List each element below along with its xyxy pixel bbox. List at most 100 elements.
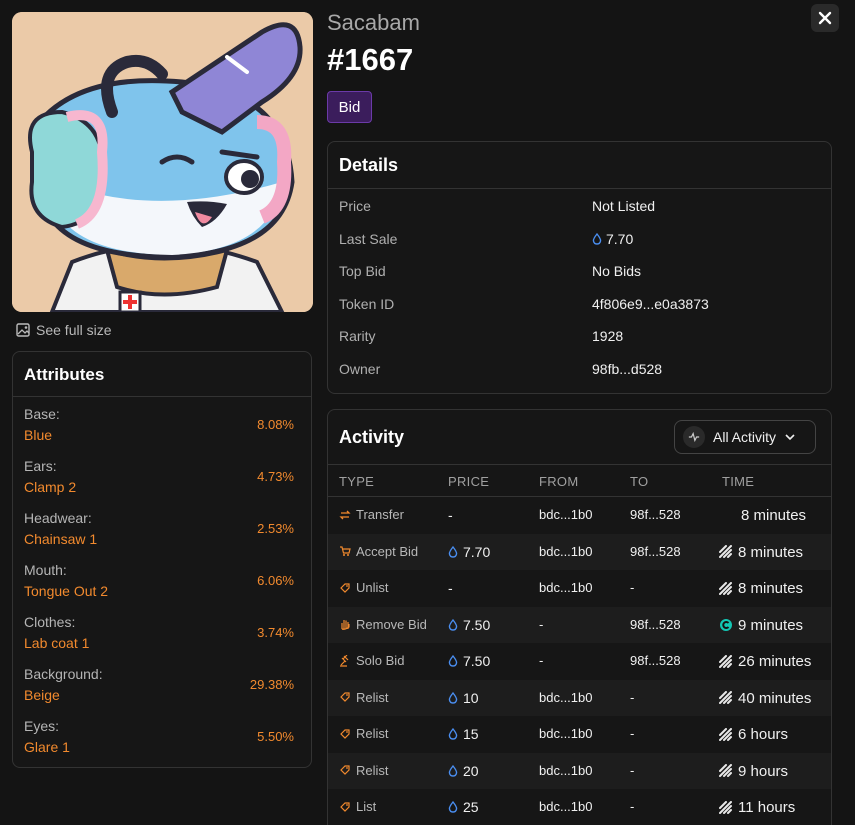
activity-from[interactable]: - <box>539 653 543 668</box>
attribute-rarity: 2.53% <box>257 521 294 536</box>
detail-row: Top Bid No Bids <box>328 254 831 287</box>
details-panel: Details Price Not Listed Last Sale 7.70 Top … <box>327 141 832 394</box>
activity-panel: Activity All Activity TYPE PRICE FROM TO… <box>327 409 832 825</box>
eth-drop-icon <box>448 545 458 558</box>
see-full-size-label: See full size <box>36 322 112 338</box>
detail-value-text: 98fb...d528 <box>592 360 663 377</box>
attribute-rarity: 3.74% <box>257 625 294 640</box>
col-to: TO <box>630 474 649 489</box>
activity-time: 40 minutes <box>719 690 811 707</box>
activity-row[interactable]: List 25 bdc...1b0 - 11 hours <box>328 789 831 825</box>
nft-image[interactable] <box>12 12 313 312</box>
marketplace-icon <box>719 545 732 558</box>
detail-value: 7.70 <box>592 231 633 247</box>
marketplace-icon <box>719 691 732 704</box>
activity-row[interactable]: Accept Bid 7.70 bdc...1b0 98f...528 8 minute… <box>328 533 831 570</box>
activity-row[interactable]: Relist 15 bdc...1b0 - 6 hours <box>328 716 831 753</box>
activity-from[interactable]: bdc...1b0 <box>539 763 593 778</box>
activity-price: 7.70 <box>448 544 490 560</box>
activity-from[interactable]: bdc...1b0 <box>539 799 593 814</box>
activity-table-body: Transfer - bdc...1b0 98f...528 8 minutes Acce… <box>328 497 831 825</box>
activity-row[interactable]: Solo Bid 7.50 - 98f...528 26 minutes <box>328 643 831 680</box>
activity-row[interactable]: Unlist - bdc...1b0 - 8 minutes <box>328 570 831 607</box>
see-full-size-link[interactable]: See full size <box>16 322 111 338</box>
activity-to[interactable]: - <box>630 690 634 705</box>
attribute-key: Eyes: <box>24 718 60 734</box>
gavel-icon <box>340 654 349 667</box>
detail-key: Last Sale <box>339 230 398 247</box>
attributes-list: Base: Blue 8.08% Ears: Clamp 2 4.73% Headwear:… <box>13 397 311 761</box>
activity-to[interactable]: 98f...528 <box>630 507 681 522</box>
activity-row[interactable]: Relist 10 bdc...1b0 - 40 minutes <box>328 679 831 716</box>
detail-value-text: 4f806e9...e0a3873 <box>592 295 709 312</box>
detail-row: Price Not Listed <box>328 189 831 222</box>
activity-to[interactable]: 98f...528 <box>630 544 681 559</box>
eth-drop-icon <box>448 618 458 631</box>
marketplace-icon <box>719 727 732 741</box>
activity-type: Accept Bid <box>339 544 418 559</box>
activity-to[interactable]: - <box>630 763 634 778</box>
eth-drop-icon <box>448 691 458 704</box>
activity-type-label: Relist <box>356 726 389 741</box>
activity-row[interactable]: Relist 20 bdc...1b0 - 9 hours <box>328 752 831 789</box>
activity-type: Relist <box>339 726 389 741</box>
activity-time-label: 6 hours <box>738 726 789 743</box>
activity-price-value: - <box>448 507 453 523</box>
activity-type-label: Transfer <box>356 507 404 522</box>
tag-icon <box>340 765 350 775</box>
sacabam-artwork <box>12 12 313 312</box>
attribute-row: Headwear: Chainsaw 1 2.53% <box>13 501 311 553</box>
activity-type: Relist <box>339 690 389 705</box>
attribute-value[interactable]: Tongue Out 2 <box>24 583 108 599</box>
activity-price: 20 <box>448 763 479 779</box>
activity-from[interactable]: bdc...1b0 <box>539 544 593 559</box>
activity-filter-dropdown[interactable]: All Activity <box>674 420 816 454</box>
activity-from[interactable]: bdc...1b0 <box>539 726 593 741</box>
activity-row[interactable]: Remove Bid 7.50 - 98f...528 9 minutes <box>328 606 831 643</box>
attribute-row: Ears: Clamp 2 4.73% <box>13 449 311 501</box>
detail-value-text: Not Listed <box>592 198 656 214</box>
bid-button[interactable]: Bid <box>327 91 372 123</box>
activity-time-label: 40 minutes <box>738 689 812 707</box>
c-logo-icon <box>720 619 732 631</box>
activity-to[interactable]: - <box>630 580 634 595</box>
transfer-icon <box>339 510 351 519</box>
activity-to[interactable]: - <box>630 799 634 814</box>
activity-to[interactable]: - <box>630 726 634 741</box>
attribute-value[interactable]: Lab coat 1 <box>24 635 89 651</box>
activity-from[interactable]: bdc...1b0 <box>539 507 593 522</box>
detail-key: Rarity <box>339 328 376 344</box>
activity-to[interactable]: 98f...528 <box>630 617 681 632</box>
activity-title: Activity <box>339 427 405 447</box>
activity-to[interactable]: 98f...528 <box>630 653 681 668</box>
attribute-value[interactable]: Clamp 2 <box>24 479 76 495</box>
col-time: TIME <box>722 474 755 489</box>
attribute-key: Ears: <box>24 458 57 474</box>
attribute-row: Eyes: Glare 1 5.50% <box>13 709 311 761</box>
activity-price-value: 20 <box>463 762 479 779</box>
attribute-value[interactable]: Beige <box>24 687 60 703</box>
activity-from[interactable]: bdc...1b0 <box>539 690 593 705</box>
attribute-rarity: 8.08% <box>257 417 294 432</box>
activity-from[interactable]: - <box>539 617 543 632</box>
close-button[interactable] <box>811 4 839 32</box>
activity-type-label: Solo Bid <box>356 653 405 668</box>
attribute-rarity: 6.06% <box>257 573 294 588</box>
activity-row[interactable]: Transfer - bdc...1b0 98f...528 8 minutes <box>328 497 831 534</box>
activity-price: 15 <box>448 726 479 742</box>
collection-name[interactable]: Sacabam <box>327 10 420 36</box>
detail-value: No Bids <box>592 263 641 279</box>
activity-type-label: Accept Bid <box>356 543 419 559</box>
activity-type: Unlist <box>339 580 389 595</box>
activity-from[interactable]: bdc...1b0 <box>539 580 593 595</box>
eth-drop-icon <box>448 655 458 667</box>
image-icon <box>16 323 30 337</box>
activity-price-value: 7.70 <box>463 543 491 560</box>
attribute-value[interactable]: Blue <box>24 427 52 443</box>
activity-type: Solo Bid <box>339 653 404 668</box>
eth-drop-icon <box>448 801 458 813</box>
attribute-value[interactable]: Chainsaw 1 <box>24 531 97 547</box>
attribute-value[interactable]: Glare 1 <box>24 739 70 755</box>
activity-type: List <box>339 799 376 814</box>
activity-time: 8 minutes <box>719 544 803 561</box>
